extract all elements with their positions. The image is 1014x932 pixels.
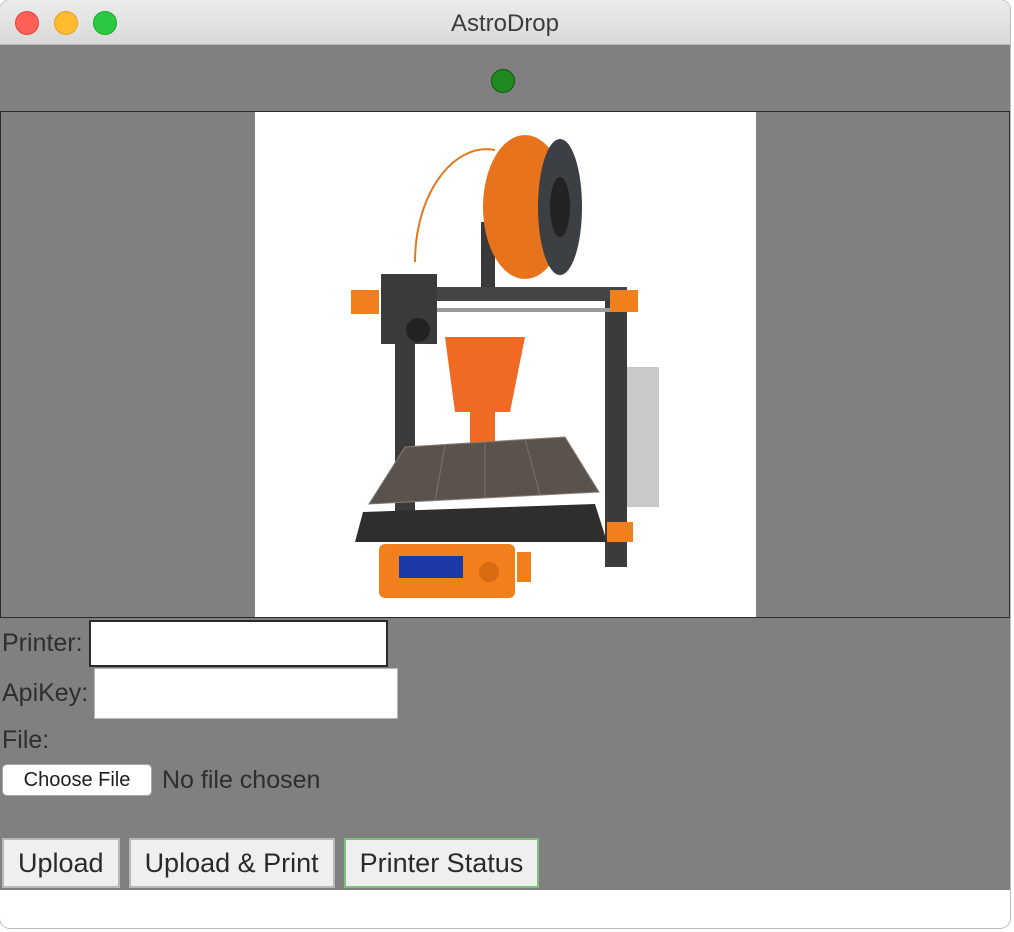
apikey-input[interactable]: [94, 668, 399, 719]
printer-label: Printer:: [2, 629, 83, 657]
upload-and-print-button[interactable]: Upload & Print: [128, 838, 335, 888]
file-picker: Choose File No file chosen: [2, 764, 320, 796]
printer-image: [255, 112, 756, 617]
status-bar: [0, 45, 1010, 112]
title-bar: AstroDrop: [0, 0, 1010, 45]
no-file-chosen-text: No file chosen: [162, 765, 321, 794]
apikey-label: ApiKey:: [2, 679, 89, 707]
file-row: File:: [2, 726, 49, 755]
main-content: Printer: ApiKey: File: Choose File No fi…: [0, 45, 1010, 890]
printer-status-indicator: [491, 69, 515, 93]
printer-status-button[interactable]: Printer Status: [343, 838, 540, 888]
choose-file-button[interactable]: Choose File: [2, 764, 152, 796]
action-bar: Upload Upload & Print Printer Status: [2, 838, 540, 888]
3d-printer-illustration: [255, 112, 756, 617]
image-panel: [0, 112, 1010, 618]
printer-input[interactable]: [88, 620, 388, 667]
app-window: AstroDrop Printer: ApiKey: File: Choose …: [0, 0, 1010, 928]
upload-button[interactable]: Upload: [2, 838, 120, 888]
file-label: File:: [2, 726, 50, 754]
upload-form: Printer: ApiKey: File: Choose File No fi…: [0, 618, 1010, 890]
apikey-row: ApiKey:: [2, 668, 399, 719]
window-title: AstroDrop: [450, 10, 560, 37]
printer-row: Printer:: [2, 620, 388, 667]
